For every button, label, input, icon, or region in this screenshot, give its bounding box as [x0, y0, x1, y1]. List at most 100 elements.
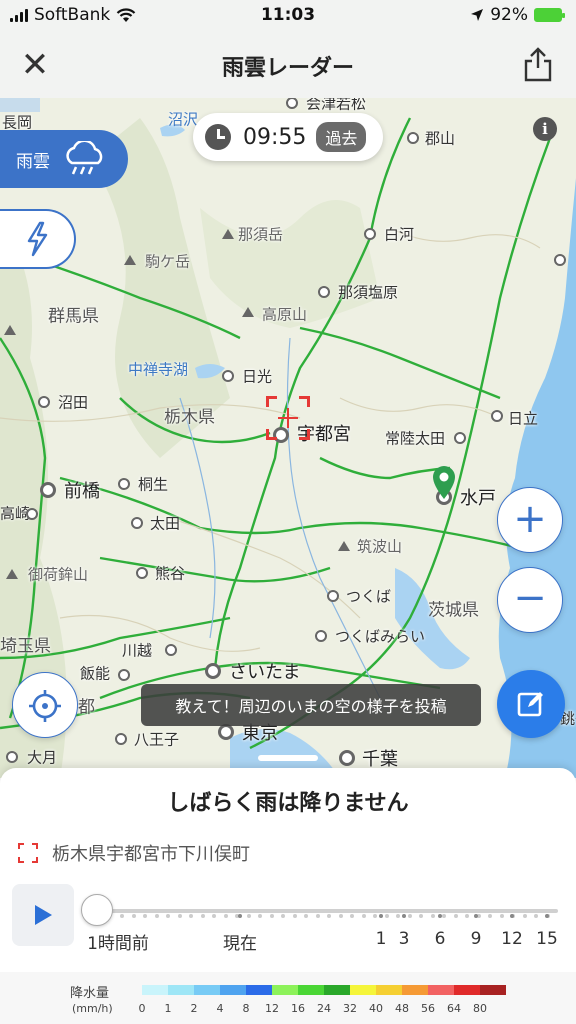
mountain-icon [242, 307, 254, 317]
place-dot [6, 751, 18, 763]
play-icon [35, 905, 52, 925]
legend-swatch [168, 985, 194, 995]
region-label: 埼玉県 [0, 636, 51, 657]
place-label: 八王子 [134, 730, 180, 749]
legend-value: 1 [164, 1002, 172, 1015]
timeline-track[interactable] [96, 909, 558, 913]
mountain-label: 駒ケ岳 [145, 252, 191, 271]
timeline-tick [350, 914, 354, 918]
timeline-tick [373, 914, 377, 918]
legend-value: 8 [242, 1002, 250, 1015]
timeline-tick [545, 914, 549, 918]
nav-bar: ✕ 雨雲レーダー [0, 34, 576, 98]
place-dot [364, 228, 376, 240]
timeline-tick [247, 914, 251, 918]
place-label: 川越 [122, 641, 153, 660]
mountain-icon [124, 255, 136, 265]
timeline-label: 15 [536, 929, 558, 949]
legend-swatch [350, 985, 376, 995]
legend-value: 48 [395, 1002, 409, 1015]
place-label: 白河 [384, 225, 415, 244]
legend-swatch [480, 985, 506, 995]
timeline-tick [258, 914, 262, 918]
timeline-tick [212, 914, 216, 918]
mountain-label: 高原山 [262, 305, 308, 324]
water-label: 沼沢 [168, 110, 199, 129]
timeline-slider-thumb[interactable] [81, 894, 113, 926]
timeline-tick [132, 914, 136, 918]
place-dot [318, 286, 330, 298]
map-pin-icon[interactable] [431, 465, 457, 501]
top-bar: SoftBank 11:03 92% ✕ 雨雲レーダー [0, 0, 576, 98]
legend-swatch [272, 985, 298, 995]
past-badge: 過去 [316, 122, 367, 152]
place-dot [40, 482, 56, 498]
play-button[interactable] [12, 884, 74, 946]
region-label: 栃木県 [164, 407, 215, 428]
place-dot [118, 478, 130, 490]
place-dot [38, 396, 50, 408]
timeline-tick [304, 914, 308, 918]
timeline-tick [189, 914, 193, 918]
place-dot [118, 669, 130, 681]
mountain-label: 御荷鉾山 [28, 565, 89, 584]
mountain-icon [338, 541, 350, 551]
legend-value: 12 [265, 1002, 279, 1015]
timeline-label: 3 [398, 929, 410, 949]
water-label: 中禅寺湖 [128, 360, 189, 379]
place-dot [327, 590, 339, 602]
current-location-button[interactable] [12, 672, 78, 738]
timeline-tick [474, 914, 478, 918]
lightning-layer-button[interactable] [0, 209, 76, 269]
legend-unit: (mm/h) [72, 1002, 113, 1015]
place-dot [339, 750, 355, 766]
target-marker-icon [266, 396, 310, 440]
rain-layer-button[interactable]: 雨雲 [0, 130, 128, 188]
timeline-tick [143, 914, 147, 918]
location-arrow-icon [471, 9, 484, 21]
crosshair-icon [29, 690, 61, 722]
timeline-tick [431, 914, 435, 918]
share-icon[interactable] [522, 46, 554, 82]
place-label: 桐生 [138, 475, 169, 494]
zoom-out-button[interactable]: − [497, 567, 563, 633]
place-dot [315, 630, 327, 642]
mountain-label: 筑波山 [357, 537, 403, 556]
legend-swatch [454, 985, 480, 995]
radar-time-pill[interactable]: 09:55 過去 [193, 113, 383, 161]
timeline-tick [238, 914, 242, 918]
timeline-tick [201, 914, 205, 918]
legend-value: 32 [343, 1002, 357, 1015]
timeline-tick [454, 914, 458, 918]
legend-value: 0 [138, 1002, 146, 1015]
legend-value: 4 [216, 1002, 224, 1015]
timeline-tick [500, 914, 504, 918]
place-label: 那須塩原 [338, 283, 399, 302]
timeline-tick [442, 914, 446, 918]
forecast-text: しばらく雨は降りません [167, 791, 409, 816]
precip-legend: 降水量 (mm/h) 0 1 2 4 8 12 16 24 32 40 48 56 64 80 [0, 972, 576, 1024]
legend-value: 2 [190, 1002, 198, 1015]
timeline-tick [270, 914, 274, 918]
post-button[interactable] [497, 670, 565, 738]
timeline-tick [155, 914, 159, 918]
mountain-label: 那須岳 [238, 225, 284, 244]
battery-percent: 92% [490, 5, 528, 25]
zoom-in-button[interactable]: + [497, 487, 563, 553]
legend-value: 80 [473, 1002, 487, 1015]
timeline-label: 現在 [223, 934, 257, 954]
place-label: 日光 [242, 367, 273, 386]
place-label: つくば [346, 587, 392, 606]
post-prompt-tooltip[interactable]: 教えて！周辺のいまの空の様子を投稿 [141, 684, 481, 726]
sheet-handle[interactable] [258, 755, 318, 761]
info-icon[interactable]: i [533, 117, 557, 141]
timeline-label: 1時間前 [87, 934, 149, 954]
timeline-tick [281, 914, 285, 918]
timeline-tick [362, 914, 366, 918]
timeline-label: 12 [501, 929, 523, 949]
legend-value: 16 [291, 1002, 305, 1015]
timeline-tick [465, 914, 469, 918]
region-label: 茨城県 [428, 600, 479, 621]
legend-swatch [428, 985, 454, 995]
timeline-tick [385, 914, 389, 918]
